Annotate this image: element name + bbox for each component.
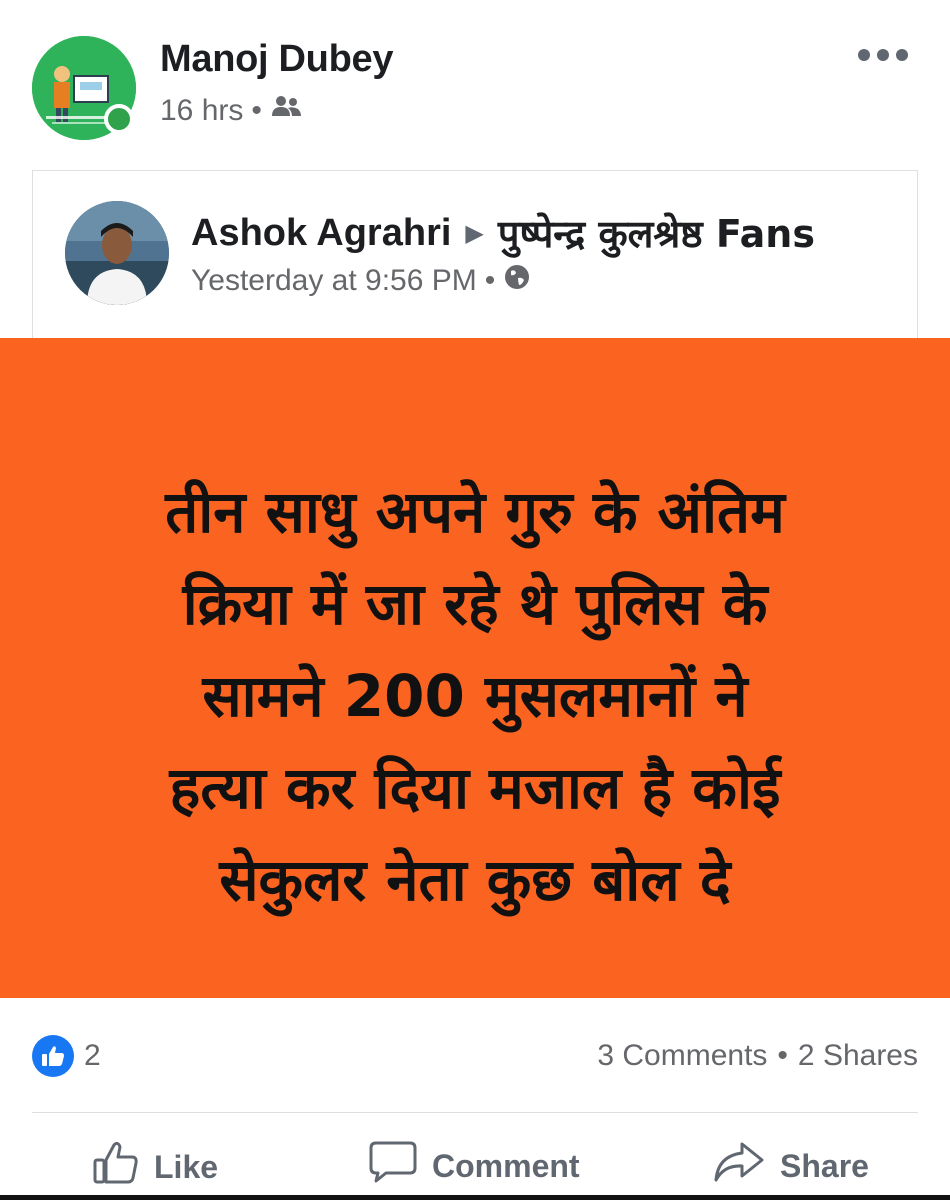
shared-post-title: Ashok Agrahri ▶ पुष्पेन्द्र कुलश्रेष्ठ F… (191, 207, 815, 259)
image-text-line: सामने 200 मुसलमानों ने (202, 662, 748, 730)
share-label: Share (780, 1147, 869, 1184)
meta-separator: • (484, 264, 496, 297)
online-status-indicator (104, 104, 134, 134)
dot-icon (858, 49, 870, 61)
dot-icon (896, 49, 908, 61)
comment-button[interactable]: Comment (368, 1140, 580, 1192)
post-image[interactable]: तीन साधु अपने गुरु के अंतिम क्रिया में ज… (0, 338, 950, 998)
play-arrow-icon: ▶ (465, 219, 484, 247)
shared-post-meta: Yesterday at 9:56 PM • (191, 263, 531, 299)
meta-separator: • (777, 1039, 788, 1072)
divider (32, 1112, 918, 1113)
action-bar: Like Comment Share (0, 1130, 950, 1200)
like-label: Like (154, 1148, 219, 1185)
dot-icon (877, 49, 889, 61)
like-button[interactable]: Like (92, 1140, 218, 1194)
share-button[interactable]: Share (712, 1140, 869, 1192)
image-text-line: हत्या कर दिया मजाल है कोई (169, 754, 781, 822)
comment-label: Comment (432, 1147, 580, 1184)
post-meta: 16 hrs • (160, 94, 302, 128)
image-text-line: सेकुलर नेता कुछ बोल दे (219, 846, 731, 914)
friends-icon[interactable] (270, 94, 302, 128)
like-reaction-icon[interactable] (32, 1035, 74, 1077)
share-arrow-icon (712, 1140, 766, 1192)
like-count[interactable]: 2 (84, 1039, 101, 1073)
post-timestamp[interactable]: 16 hrs (160, 94, 243, 128)
shared-author-avatar[interactable] (65, 201, 169, 305)
more-options-button[interactable] (858, 40, 908, 70)
globe-icon[interactable] (503, 263, 531, 299)
comment-bubble-icon (368, 1140, 418, 1192)
shared-post-card[interactable]: Ashok Agrahri ▶ पुष्पेन्द्र कुलश्रेष्ठ F… (32, 170, 918, 338)
comments-count[interactable]: 3 Comments (597, 1039, 767, 1073)
post-image-text: तीन साधु अपने गुरु के अंतिम क्रिया में ज… (60, 466, 890, 926)
shared-author-name[interactable]: Ashok Agrahri (191, 212, 451, 255)
group-name[interactable]: पुष्पेन्द्र कुलश्रेष्ठ Fans (498, 207, 815, 259)
post-author-name[interactable]: Manoj Dubey (160, 38, 393, 81)
reactions-summary: 2 3 Comments • 2 Shares (0, 1025, 950, 1085)
meta-separator: • (251, 94, 262, 127)
engagement-counts: 3 Comments • 2 Shares (597, 1039, 918, 1073)
image-text-line: क्रिया में जा रहे थे पुलिस के (182, 570, 768, 638)
screen-bottom-edge (0, 1195, 950, 1200)
image-text-line: तीन साधु अपने गुरु के अंतिम (165, 478, 785, 546)
shares-count[interactable]: 2 Shares (798, 1039, 918, 1073)
person-avatar-image (65, 201, 169, 305)
post-header: Manoj Dubey 16 hrs • (0, 0, 950, 160)
shared-post-timestamp[interactable]: Yesterday at 9:56 PM (191, 264, 477, 298)
thumbs-up-icon (92, 1140, 140, 1194)
